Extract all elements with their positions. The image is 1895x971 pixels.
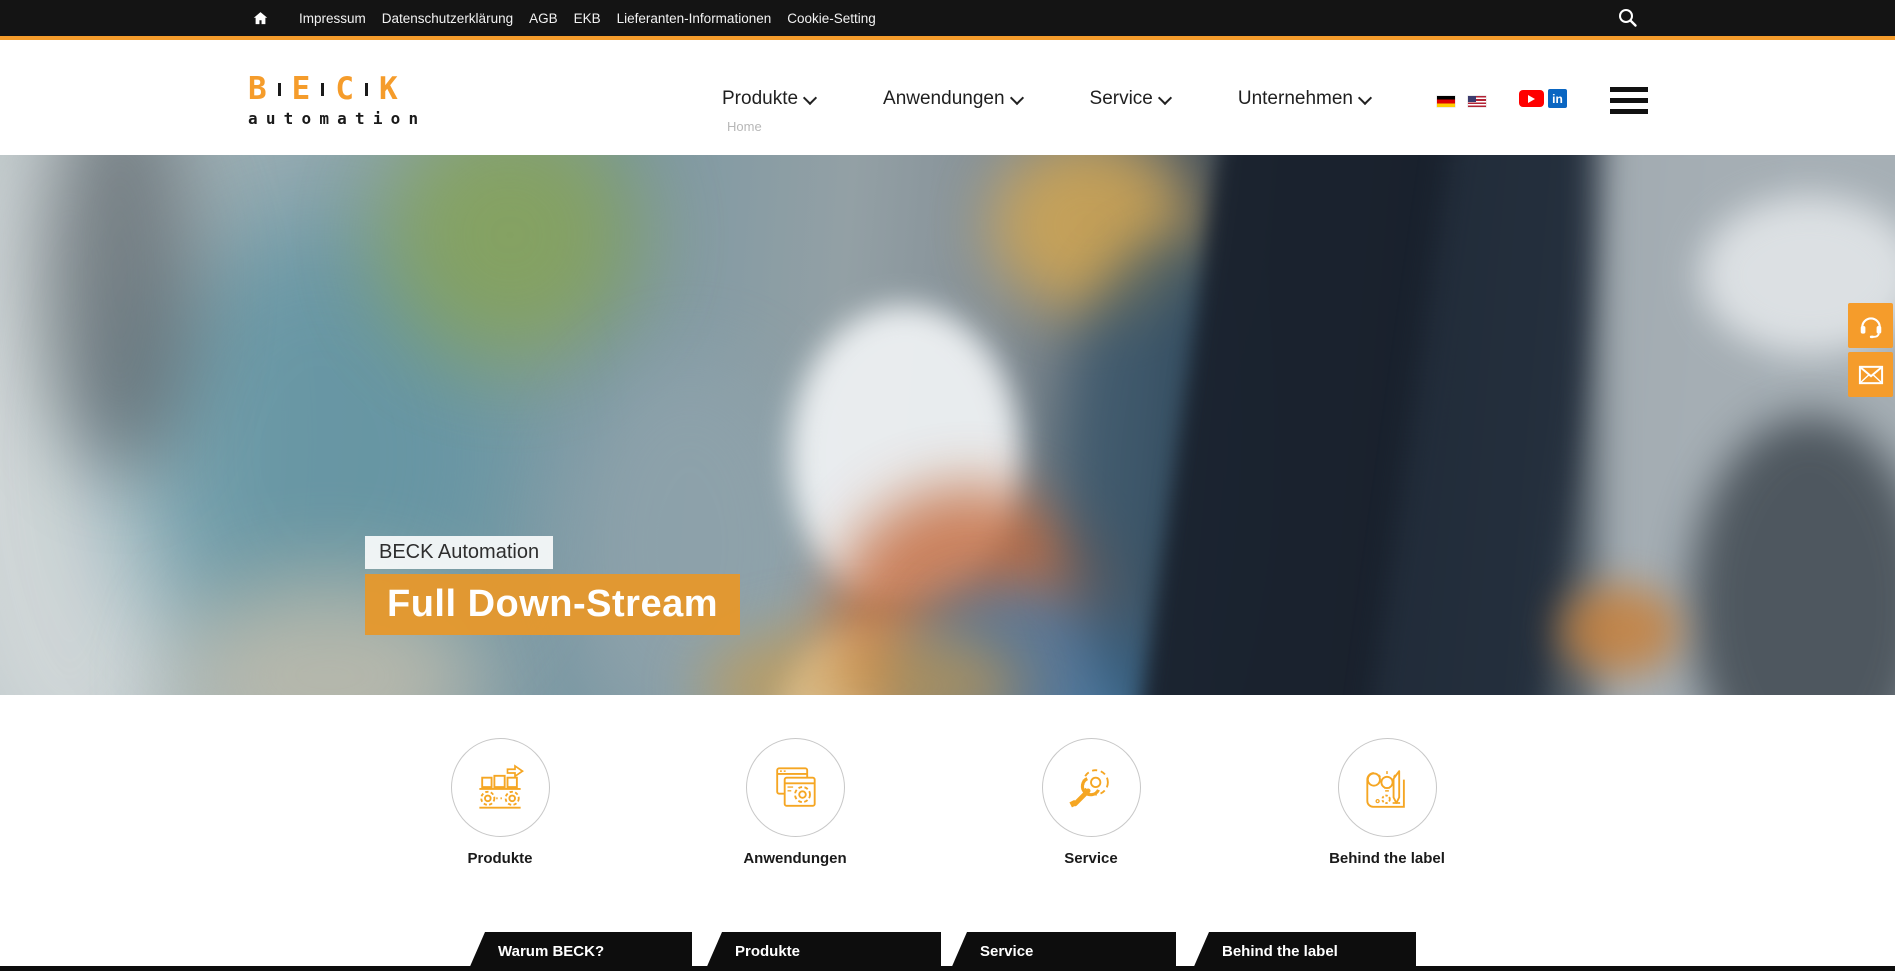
footer-top-strip (0, 966, 1895, 971)
headset-icon (1857, 312, 1885, 340)
nav-item-label: Service (1090, 88, 1153, 110)
logo-separator (365, 83, 368, 96)
tab-label: Produkte (735, 943, 800, 960)
tab-behind-the-label[interactable]: Behind the label (1192, 932, 1416, 971)
topbar-link-datenschutz[interactable]: Datenschutzerklärung (382, 11, 513, 26)
nav-item-unternehmen[interactable]: Unternehmen (1238, 88, 1370, 110)
hamburger-bar (1610, 98, 1648, 103)
hero-title: Full Down-Stream (365, 574, 740, 635)
quicklink-label: Produkte (400, 850, 600, 867)
tab-warum-beck[interactable]: Warum BECK? (468, 932, 692, 971)
quicklink-circle (1338, 738, 1437, 837)
chevron-down-icon (1158, 90, 1172, 104)
topbar-links: Impressum Datenschutzerklärung AGB EKB L… (299, 11, 876, 26)
main-navigation: Produkte Anwendungen Service Unternehmen (722, 88, 1370, 110)
topbar-link-agb[interactable]: AGB (529, 11, 558, 26)
chevron-down-icon (1358, 90, 1372, 104)
home-icon-glyph (252, 10, 269, 27)
hamburger-bar (1610, 87, 1648, 92)
tab-produkte[interactable]: Produkte (705, 932, 941, 971)
quicklink-label: Behind the label (1287, 850, 1487, 867)
top-utility-bar: Impressum Datenschutzerklärung AGB EKB L… (0, 0, 1895, 40)
quicklink-behind-the-label[interactable]: Behind the label (1287, 738, 1487, 867)
logo-letter-b: B (248, 74, 267, 104)
topbar-link-ekb[interactable]: EKB (574, 11, 601, 26)
quicklink-circle (451, 738, 550, 837)
tab-label: Behind the label (1222, 943, 1338, 960)
home-icon[interactable] (252, 10, 269, 27)
hero-banner: BECK Automation Full Down-Stream (0, 155, 1895, 695)
search-icon[interactable] (1616, 6, 1642, 32)
quicklink-circle (1042, 738, 1141, 837)
conveyor-icon (470, 758, 530, 818)
hamburger-bar (1610, 109, 1648, 114)
nav-item-label: Anwendungen (883, 88, 1005, 110)
nav-item-label: Unternehmen (1238, 88, 1353, 110)
hero-kicker-label: BECK Automation (365, 536, 553, 569)
hamburger-menu-icon[interactable] (1610, 87, 1648, 114)
chevron-down-icon (1009, 90, 1023, 104)
topbar-link-impressum[interactable]: Impressum (299, 11, 366, 26)
quicklink-service[interactable]: Service (991, 738, 1191, 867)
tab-service[interactable]: Service (950, 932, 1176, 971)
quicklink-anwendungen[interactable]: Anwendungen (695, 738, 895, 867)
nav-item-label: Produkte (722, 88, 798, 110)
breadcrumb-home[interactable]: Home (727, 119, 762, 134)
logo-separator (278, 83, 281, 96)
contact-support-button[interactable] (1848, 303, 1893, 348)
german-flag-icon[interactable] (1437, 96, 1455, 107)
logo-letter-c: C (335, 74, 354, 104)
topbar-link-cookie[interactable]: Cookie-Setting (787, 11, 876, 26)
topbar-link-lieferanten[interactable]: Lieferanten-Informationen (617, 11, 772, 26)
nav-item-service[interactable]: Service (1090, 88, 1170, 110)
chevron-down-icon (803, 90, 817, 104)
contact-mail-button[interactable] (1848, 352, 1893, 397)
linkedin-icon[interactable]: in (1548, 89, 1567, 108)
youtube-icon[interactable] (1519, 90, 1544, 107)
logo-letter-e: E (292, 74, 311, 104)
logo-letter-k: K (379, 74, 398, 104)
logo-separator (321, 83, 324, 96)
logo-letters: B E C K (248, 74, 426, 104)
hero-image-blob (1560, 585, 1680, 675)
quicklink-label: Service (991, 850, 1191, 867)
tab-label: Warum BECK? (498, 943, 604, 960)
us-flag-icon[interactable] (1468, 96, 1486, 107)
wrench-gear-icon (1061, 758, 1121, 818)
language-switcher (1437, 96, 1486, 107)
blueprint-idea-icon (1357, 758, 1417, 818)
quicklink-produkte[interactable]: Produkte (400, 738, 600, 867)
site-header: B E C K automation Produkte Anwendungen … (0, 40, 1895, 155)
social-links: in (1519, 89, 1567, 108)
beck-logo[interactable]: B E C K automation (248, 74, 426, 128)
nav-item-produkte[interactable]: Produkte (722, 88, 815, 110)
tab-label: Service (980, 943, 1033, 960)
search-icon-glyph (1616, 6, 1640, 30)
quicklinks-section: Produkte Anwendungen (0, 695, 1895, 905)
youtube-play-glyph (1528, 95, 1535, 103)
nav-item-anwendungen[interactable]: Anwendungen (883, 88, 1022, 110)
logo-subtitle: automation (248, 109, 426, 128)
app-windows-gear-icon (765, 758, 825, 818)
quicklink-label: Anwendungen (695, 850, 895, 867)
envelope-icon (1857, 361, 1885, 389)
beck-automation-homepage: { "topbar": { "links": [ {"label": "Impr… (0, 0, 1895, 971)
quicklink-circle (746, 738, 845, 837)
